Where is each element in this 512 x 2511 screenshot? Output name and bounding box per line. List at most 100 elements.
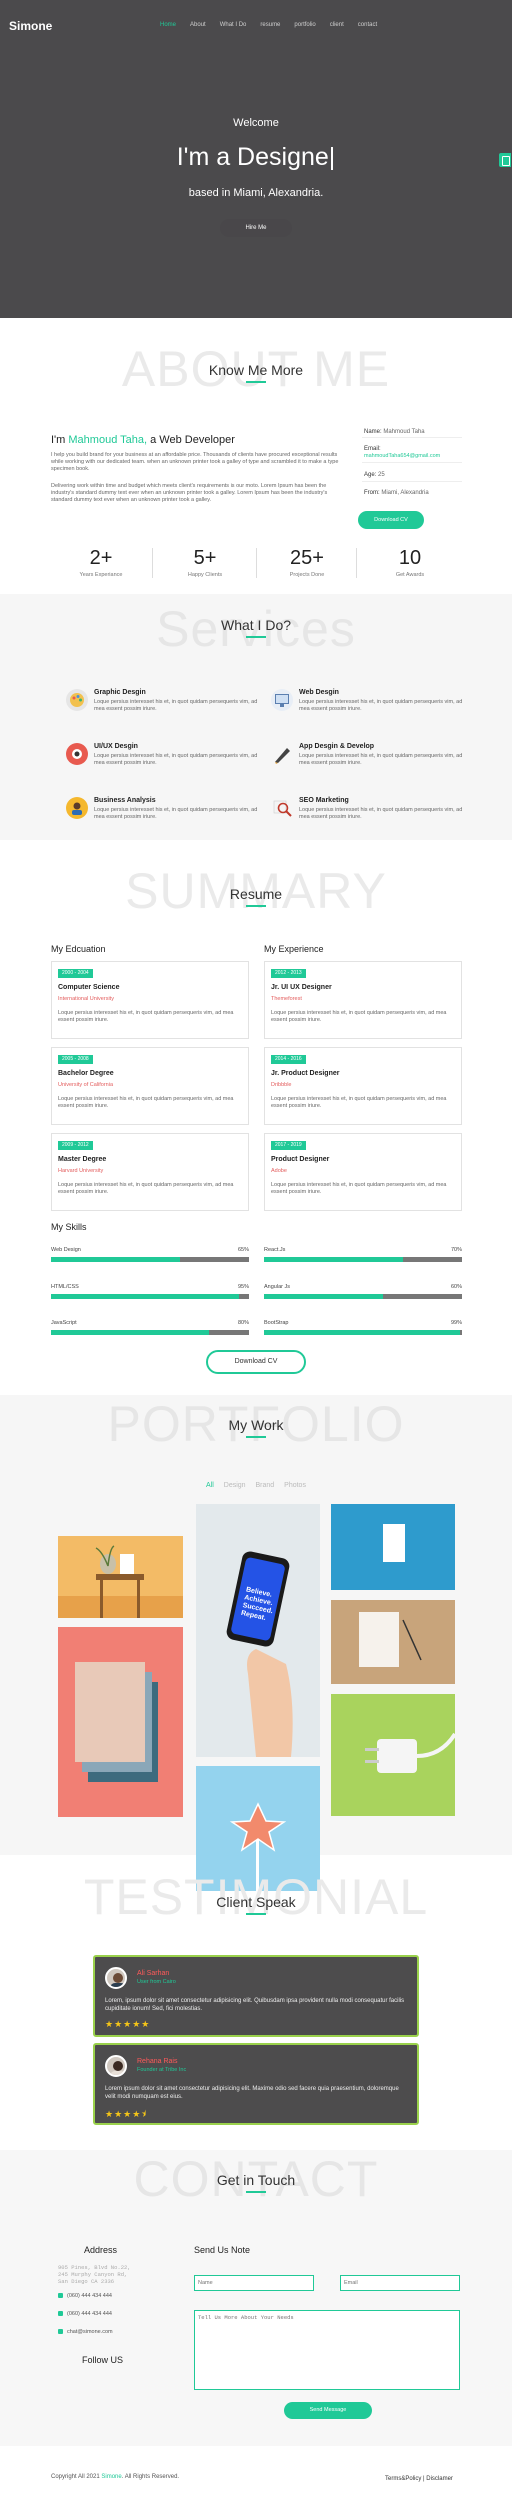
palette-icon bbox=[66, 689, 88, 711]
star-rating: ★★★★★ bbox=[105, 2019, 151, 2029]
skill-name: Angular Js bbox=[264, 1284, 290, 1290]
portfolio-item-charger[interactable] bbox=[331, 1694, 455, 1816]
skill-percent: 99% bbox=[450, 1320, 462, 1326]
stat-number: 5+ bbox=[193, 547, 217, 569]
heading-underline bbox=[246, 1913, 266, 1915]
nav-client[interactable]: client bbox=[330, 22, 344, 28]
stat-label: Get Awards bbox=[395, 572, 425, 578]
service-description: Loque persius interesset his et, in quot… bbox=[299, 699, 463, 712]
stat-label: Projects Done bbox=[289, 572, 325, 578]
nav-home[interactable]: Home bbox=[160, 22, 176, 28]
about-download-cv-button[interactable]: Download CV bbox=[358, 511, 424, 529]
nav-portfolio[interactable]: portfolio bbox=[294, 22, 315, 28]
filter-design[interactable]: Design bbox=[224, 1482, 246, 1489]
skills-title: My Skills bbox=[51, 1222, 87, 1232]
filter-all[interactable]: All bbox=[206, 1482, 214, 1489]
phone-value: (060) 444 434 444 bbox=[67, 2293, 112, 2299]
nav-what-i-do[interactable]: What I Do bbox=[220, 22, 247, 28]
stat-label: Years Experiance bbox=[79, 572, 123, 578]
client-name: Rehana Rais bbox=[137, 2058, 178, 2065]
card-description: Loque persius interesset his et, in quot… bbox=[58, 1010, 234, 1023]
stat-label: Happy Clients bbox=[187, 572, 223, 578]
send-message-button[interactable]: Send Message bbox=[284, 2402, 372, 2419]
disclaimer-link[interactable]: Disclamer bbox=[426, 2476, 453, 2482]
address-line: 905 Pines, Blvd No.22, bbox=[58, 2264, 131, 2271]
stat-number: 25+ bbox=[290, 547, 324, 569]
divider bbox=[362, 462, 462, 463]
style-switcher-icon[interactable] bbox=[499, 153, 511, 167]
years-badge: 2012 - 2013 bbox=[271, 969, 306, 978]
avatar bbox=[105, 1967, 127, 1989]
skill-track bbox=[51, 1294, 249, 1299]
about-paragraph-1: I help you build brand for your business… bbox=[51, 452, 339, 472]
from-label: From: bbox=[364, 490, 380, 496]
email-field[interactable] bbox=[340, 2275, 460, 2291]
service-title: Graphic Desgin bbox=[94, 689, 146, 696]
age-value: 25 bbox=[378, 472, 385, 478]
years-badge: 2009 - 2012 bbox=[58, 1141, 93, 1150]
service-description: Loque persius interesset his et, in quot… bbox=[94, 753, 258, 766]
from-value: Miami, Alexandria bbox=[381, 490, 429, 496]
skill-bar: Angular Js 60% bbox=[264, 1284, 462, 1306]
about-intro: I'm Mahmoud Taha, a Web Developer bbox=[51, 434, 235, 446]
copyright-suffix: . All Rights Reserved. bbox=[121, 2474, 180, 2480]
nav-about[interactable]: About bbox=[190, 22, 206, 28]
magnifier-icon bbox=[271, 797, 293, 819]
skill-bar: JavaScript 80% bbox=[51, 1320, 249, 1342]
stat-clients: 5+ Happy Clients bbox=[150, 547, 260, 578]
service-description: Loque persius interesset his et, in quot… bbox=[94, 699, 258, 712]
hire-me-button[interactable]: Hire Me bbox=[220, 219, 292, 237]
fax-icon bbox=[58, 2311, 63, 2316]
navbar: Simone Home About What I Do resume portf… bbox=[0, 0, 512, 48]
info-email[interactable]: mahmoudTaha654@gmail.com bbox=[364, 453, 440, 459]
skill-fill bbox=[264, 1257, 403, 1262]
envelope-icon bbox=[58, 2329, 63, 2334]
footer: Copyright All 2021 Simone. All Rights Re… bbox=[0, 2446, 512, 2511]
address-title: Address bbox=[84, 2245, 118, 2255]
skill-name: React.Js bbox=[264, 1247, 286, 1253]
client-role: Founder at Tribe Inc bbox=[137, 2067, 187, 2073]
card-description: Loque persius interesset his et, in quot… bbox=[271, 1010, 447, 1023]
skill-track bbox=[51, 1257, 249, 1262]
service-title: Business Analysis bbox=[94, 797, 156, 804]
experience-card: 2012 - 2013 Jr. UI UX Designer Themeforest… bbox=[264, 961, 462, 1039]
brand-logo[interactable]: Simone bbox=[9, 19, 52, 33]
about-paragraph-2: Delivering work within time and budget w… bbox=[51, 483, 328, 503]
filter-brand[interactable]: Brand bbox=[256, 1482, 275, 1489]
testimonial-heading: Client Speak bbox=[216, 1894, 296, 1910]
name-field[interactable] bbox=[194, 2275, 314, 2291]
email-value[interactable]: chat@simone.com bbox=[67, 2329, 113, 2335]
years-badge: 2000 - 2004 bbox=[58, 969, 93, 978]
stat-awards: 10 Get Awards bbox=[355, 547, 465, 578]
portfolio-item-plant[interactable] bbox=[58, 1536, 183, 1618]
resume-download-cv-button[interactable]: Download CV bbox=[206, 1350, 306, 1374]
message-field[interactable] bbox=[194, 2310, 460, 2390]
name-value: Mahmoud Taha bbox=[383, 429, 425, 435]
info-age: Age: 25 bbox=[364, 472, 385, 478]
years-badge: 2005 - 2008 bbox=[58, 1055, 93, 1064]
portfolio-item-notebook[interactable] bbox=[331, 1600, 455, 1684]
portfolio-item-paper[interactable] bbox=[58, 1627, 183, 1817]
nav-contact[interactable]: contact bbox=[358, 22, 377, 28]
skill-name: BootStrap bbox=[264, 1320, 289, 1326]
nav-resume[interactable]: resume bbox=[260, 22, 280, 28]
portfolio-filters: All Design Brand Photos bbox=[0, 1482, 512, 1489]
skill-track bbox=[264, 1294, 462, 1299]
filter-photos[interactable]: Photos bbox=[284, 1482, 306, 1489]
hero-welcome: Welcome bbox=[233, 117, 279, 129]
copyright-brand[interactable]: Simone bbox=[101, 2474, 121, 2480]
age-label: Age: bbox=[364, 472, 377, 478]
ux-icon bbox=[66, 743, 88, 765]
terms-link[interactable]: Terms&Policy bbox=[385, 2476, 421, 2482]
name-label: Name: bbox=[364, 429, 382, 435]
contact-heading: Get in Touch bbox=[216, 2172, 296, 2188]
skill-percent: 65% bbox=[237, 1247, 249, 1253]
skill-bar: HTML/CSS 95% bbox=[51, 1284, 249, 1306]
portfolio-item-phone[interactable]: Believe. Achieve. Succeed. Repeat. bbox=[196, 1504, 320, 1757]
card-org: Adobe bbox=[271, 1168, 287, 1174]
follow-us-title: Follow US bbox=[82, 2355, 124, 2365]
portfolio-item-card[interactable] bbox=[331, 1504, 455, 1590]
skill-percent: 60% bbox=[450, 1284, 462, 1290]
info-name: Name: Mahmoud Taha bbox=[364, 429, 425, 435]
skill-track bbox=[51, 1330, 249, 1335]
